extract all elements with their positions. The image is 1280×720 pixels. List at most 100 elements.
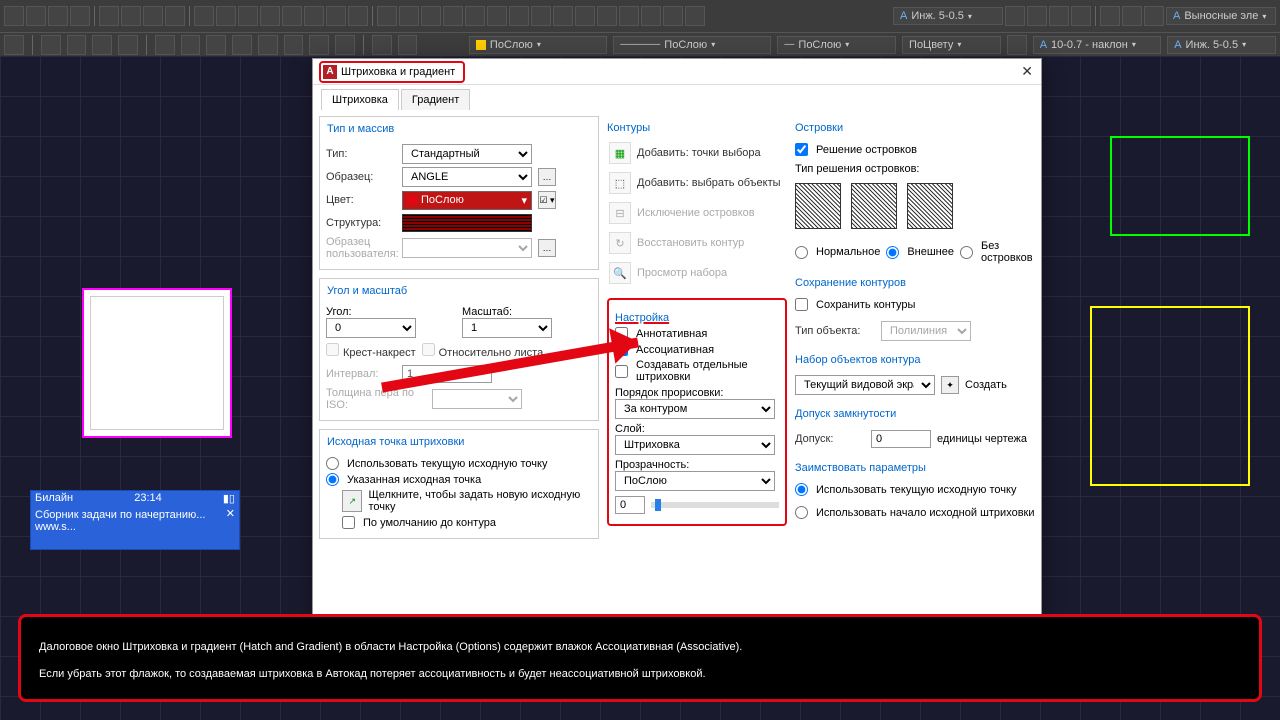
angle-select[interactable]: 0 [326,318,416,338]
island-outer-icon[interactable] [851,183,897,229]
origin-current-radio[interactable] [326,457,339,470]
inherit-current-radio[interactable] [795,483,808,496]
tool-btn[interactable] [309,35,329,55]
tool-btn[interactable] [372,35,392,55]
tool-btn[interactable] [26,6,46,26]
lineweight-dropdown[interactable]: — ПоСлою [777,36,896,54]
color-select[interactable]: ПоСлою▾ [402,191,532,210]
pattern-select[interactable]: ANGLE [402,167,532,187]
tool-btn[interactable] [4,35,24,55]
plotstyle-dropdown[interactable]: ПоЦвету [902,36,1001,54]
tool-btn[interactable] [118,35,138,55]
tab-gradient[interactable]: Градиент [401,89,470,110]
island-normal-icon[interactable] [795,183,841,229]
transparency-value-input[interactable] [615,496,645,514]
scale-select[interactable]: 1 [462,318,552,338]
tool-btn[interactable] [398,35,418,55]
tool-btn[interactable] [1144,6,1164,26]
tool-btn[interactable] [553,6,573,26]
tool-btn[interactable] [4,6,24,26]
tool-btn[interactable] [216,6,236,26]
pattern-browse[interactable]: … [538,168,556,186]
color-dropdown[interactable]: ПоСлою [469,36,607,54]
tool-btn[interactable] [70,6,90,26]
tool-btn[interactable] [1100,6,1120,26]
textstyle-dropdown[interactable]: AИнж. 5-0.5 [893,7,1003,25]
tool-btn[interactable] [99,6,119,26]
tool-btn[interactable] [1122,6,1142,26]
type-select[interactable]: Стандартный [402,144,532,164]
tool-btn[interactable] [575,6,595,26]
tool-btn[interactable] [282,6,302,26]
retain-check[interactable] [795,298,808,311]
tool-btn[interactable] [1007,35,1027,55]
tool-btn[interactable] [304,6,324,26]
tool-btn[interactable] [1005,6,1025,26]
tool-btn[interactable] [421,6,441,26]
tool-btn[interactable] [641,6,661,26]
island-outer-radio[interactable] [886,246,899,259]
create-boundary-icon[interactable]: ✦ [941,376,959,394]
tool-btn[interactable] [260,6,280,26]
tool-btn[interactable] [348,6,368,26]
tool-btn[interactable] [377,6,397,26]
tool-btn[interactable] [465,6,485,26]
add-select-objects-button[interactable]: ⬚Добавить: выбрать объекты [607,170,787,196]
tool-btn[interactable] [41,35,61,55]
tool-btn[interactable] [284,35,304,55]
tool-btn[interactable] [67,35,87,55]
separate-hatches-check[interactable] [615,365,628,378]
add-pick-points-button[interactable]: ▦Добавить: точки выбора [607,140,787,166]
tool-btn[interactable] [92,35,112,55]
tool-btn[interactable] [232,35,252,55]
textstyle2-dropdown[interactable]: A10-0.7 - наклон [1033,36,1162,54]
dimstyle-dropdown[interactable]: AВыносные эле [1166,7,1276,25]
color-swatch2[interactable]: ☑ ▾ [538,191,556,209]
tool-btn[interactable] [1027,6,1047,26]
tool-btn[interactable] [121,6,141,26]
tool-btn[interactable] [487,6,507,26]
dimstyle2-dropdown[interactable]: AИнж. 5-0.5 [1167,36,1276,54]
tool-btn[interactable] [181,35,201,55]
transparency-select[interactable]: ПоСлою [615,471,775,491]
island-ignore-radio[interactable] [960,246,973,259]
tool-btn[interactable] [326,6,346,26]
tool-btn[interactable] [194,6,214,26]
tool-btn[interactable] [619,6,639,26]
transparency-slider[interactable] [651,502,779,508]
island-normal-radio[interactable] [795,246,808,259]
draw-order-select[interactable]: За контуром [615,399,775,419]
layer-select[interactable]: Штриховка [615,435,775,455]
structure-preview[interactable] [402,214,532,232]
tab-hatch[interactable]: Штриховка [321,89,399,110]
tool-btn[interactable] [165,6,185,26]
close-button[interactable]: ✕ [1021,63,1033,80]
tool-btn[interactable] [399,6,419,26]
island-detection-check[interactable] [795,143,808,156]
tool-btn[interactable] [685,6,705,26]
tool-btn[interactable] [335,35,355,55]
tool-btn[interactable] [155,35,175,55]
tool-btn[interactable] [1049,6,1069,26]
tool-btn[interactable] [258,35,278,55]
tool-btn[interactable] [509,6,529,26]
tool-btn[interactable] [1071,6,1091,26]
tool-btn[interactable] [206,35,226,55]
tool-btn[interactable] [48,6,68,26]
island-ignore-icon[interactable] [907,183,953,229]
tool-btn[interactable] [143,6,163,26]
tool-btn[interactable] [238,6,258,26]
tool-btn[interactable] [663,6,683,26]
gap-title: Допуск замкнутости [795,408,1035,420]
inherit-source-radio[interactable] [795,506,808,519]
tool-btn[interactable] [443,6,463,26]
linetype-dropdown[interactable]: ———— ПоСлою [613,36,771,54]
tool-btn[interactable] [597,6,617,26]
tool-btn[interactable] [531,6,551,26]
close-icon[interactable]: ✕ [226,507,235,520]
gap-input[interactable] [871,430,931,448]
boundary-set-select[interactable]: Текущий видовой экран [795,375,935,395]
default-bounds-check[interactable] [342,516,355,529]
pick-origin-icon[interactable]: ↗ [342,490,362,512]
origin-specified-radio[interactable] [326,473,339,486]
